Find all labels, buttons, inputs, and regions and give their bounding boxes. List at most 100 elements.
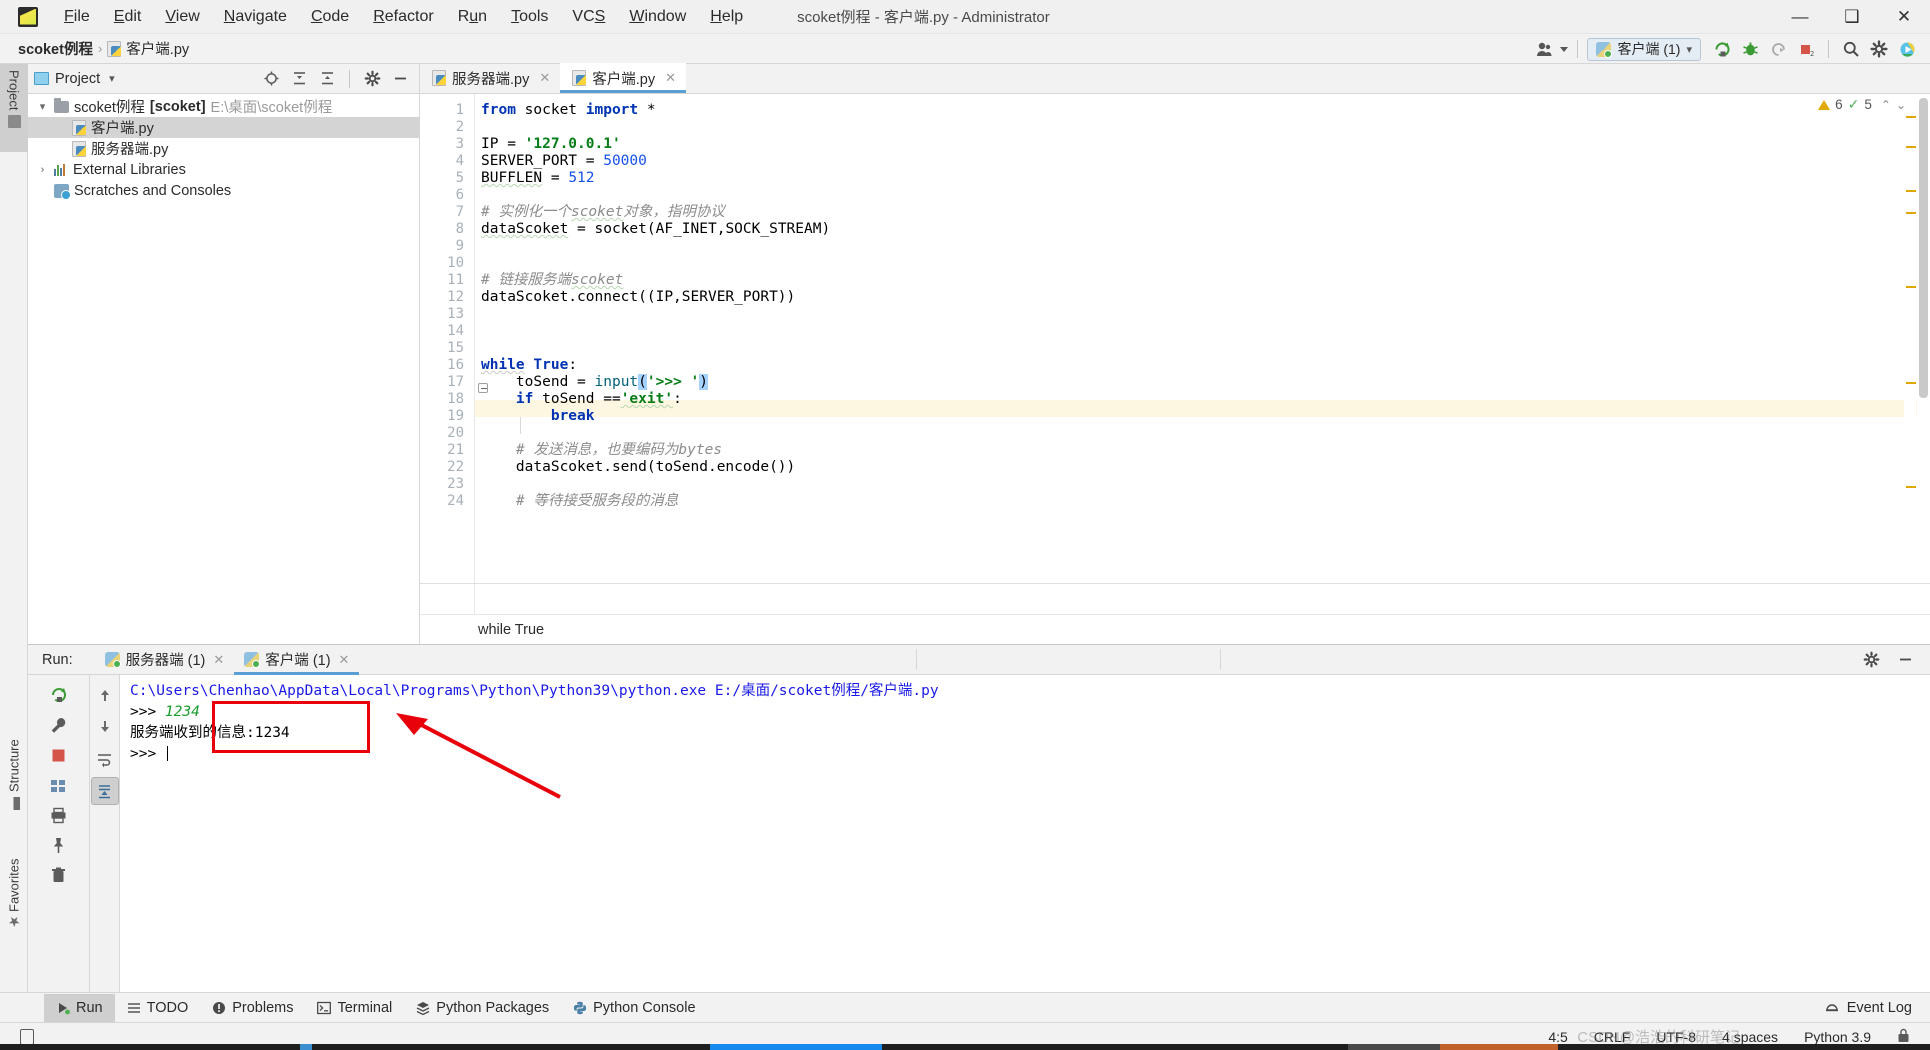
minimize-button[interactable]: — [1774, 0, 1826, 34]
editor-scrollbar[interactable] [1917, 94, 1930, 614]
lock-icon[interactable] [1897, 1028, 1910, 1046]
bottom-tab-python-packages[interactable]: Python Packages [404, 994, 561, 1022]
soft-wrap-icon[interactable] [91, 745, 119, 773]
python-interpreter[interactable]: Python 3.9 [1804, 1029, 1871, 1045]
line-separator[interactable]: CRLF [1594, 1029, 1631, 1045]
menu-vcs[interactable]: VCS [560, 4, 617, 30]
tree-row[interactable]: Scratches and Consoles [28, 180, 419, 201]
problems-icon [213, 1001, 226, 1014]
scrollbar-thumb[interactable] [1919, 98, 1928, 398]
run-scroll-toolbar [90, 675, 120, 992]
wrench-icon[interactable] [45, 711, 73, 739]
collapse-all-icon[interactable] [314, 67, 340, 91]
grid-icon[interactable] [45, 771, 73, 799]
run-button[interactable] [1709, 37, 1735, 61]
tree-row[interactable]: › External Libraries [28, 159, 419, 180]
bottom-tab-problems[interactable]: Problems [200, 994, 305, 1022]
up-icon[interactable] [91, 681, 119, 709]
inspection-status[interactable]: 6 ✓ 5 ⌃ ⌄ [1818, 96, 1906, 113]
star-icon: ★ [7, 914, 21, 930]
bottom-tab-run[interactable]: Run [44, 993, 115, 1022]
menu-tools[interactable]: Tools [499, 4, 560, 30]
chevron-down-icon[interactable]: ▾ [36, 100, 49, 113]
locate-icon[interactable] [258, 67, 284, 91]
expand-all-icon[interactable] [286, 67, 312, 91]
chevron-down-icon[interactable]: ▾ [109, 72, 115, 85]
pin-icon[interactable] [45, 831, 73, 859]
stop-icon[interactable] [45, 741, 73, 769]
sidebar-item-favorites[interactable]: ★ Favorites [0, 824, 28, 936]
trash-icon[interactable] [45, 861, 73, 889]
print-icon[interactable] [45, 801, 73, 829]
tree-item-label: External Libraries [73, 161, 186, 178]
settings-gear-icon[interactable] [1866, 37, 1892, 61]
account-icon[interactable] [1532, 37, 1558, 61]
menu-run[interactable]: Run [446, 4, 499, 30]
external-libraries-icon [54, 163, 68, 176]
stop-button[interactable]: 2 [1793, 37, 1819, 61]
code-canvas[interactable]: 1 2 3 4 5 6 7 8 9 10 11 12 13 14 15 16 1… [420, 94, 1930, 614]
menu-code[interactable]: Code [299, 4, 361, 30]
menu-file[interactable]: File [52, 4, 102, 30]
window-controls: — ❑ ✕ [1774, 0, 1930, 34]
svg-text:2: 2 [1810, 50, 1814, 58]
scroll-to-end-icon[interactable] [90, 777, 119, 805]
gear-icon[interactable] [1858, 648, 1884, 672]
close-icon[interactable]: ✕ [339, 652, 350, 668]
close-button[interactable]: ✕ [1878, 0, 1930, 34]
menu-refactor[interactable]: Refactor [361, 4, 445, 30]
breadcrumb-project[interactable]: scoket例程 [18, 38, 93, 59]
account-chevron-down-icon[interactable] [1560, 46, 1569, 52]
menu-view[interactable]: View [153, 4, 211, 30]
tree-row[interactable]: 服务器端.py [28, 138, 419, 159]
debug-button[interactable] [1737, 37, 1763, 61]
editor-breadcrumb[interactable]: while True [420, 614, 1930, 644]
menu-navigate[interactable]: Navigate [212, 4, 299, 30]
event-log-group[interactable]: Event Log [1824, 1000, 1930, 1016]
line-number: 13 [447, 306, 464, 322]
run-configuration-selector[interactable]: 客户端 (1) ▾ [1587, 37, 1701, 61]
next-problem-icon[interactable]: ⌄ [1896, 98, 1906, 112]
tree-row[interactable]: ▾ scoket例程 [scoket] E:\桌面\scoket例程 [28, 96, 419, 117]
gear-icon[interactable] [359, 67, 385, 91]
menu-help[interactable]: Help [698, 4, 755, 30]
coverage-button[interactable] [1765, 37, 1791, 61]
close-icon[interactable]: ✕ [665, 70, 676, 86]
breadcrumb-file[interactable]: 客户端.py [126, 38, 189, 59]
file-encoding[interactable]: UTF-8 [1656, 1029, 1696, 1045]
down-icon[interactable] [91, 713, 119, 741]
run-tab-server[interactable]: 服务器端 (1) ✕ [95, 645, 235, 675]
menu-edit[interactable]: Edit [102, 4, 154, 30]
rerun-icon[interactable] [45, 681, 73, 709]
bottom-tab-todo[interactable]: TODO [115, 994, 201, 1022]
maximize-button[interactable]: ❑ [1826, 0, 1878, 34]
menu-bar: File Edit View Navigate Code Refactor Ru… [52, 4, 755, 30]
editor-tab-server[interactable]: 服务器端.py ✕ [420, 63, 560, 93]
hide-panel-icon[interactable] [387, 67, 413, 91]
inspection-marker-rail[interactable] [1904, 94, 1916, 614]
updates-icon[interactable] [1894, 37, 1920, 61]
document-icon[interactable] [20, 1028, 34, 1045]
indent-setting[interactable]: 4 spaces [1722, 1029, 1778, 1045]
prev-problem-icon[interactable]: ⌃ [1881, 98, 1891, 112]
python-file-icon [107, 40, 122, 57]
bottom-tab-terminal[interactable]: Terminal [305, 994, 404, 1022]
hide-panel-icon[interactable] [1892, 648, 1918, 672]
tree-row[interactable]: 客户端.py [28, 117, 419, 138]
editor-tab-client[interactable]: 客户端.py ✕ [560, 63, 686, 93]
code-line: while True: [481, 357, 578, 373]
close-icon[interactable]: ✕ [213, 652, 224, 668]
console-output[interactable]: C:\Users\Chenhao\AppData\Local\Programs\… [120, 675, 1930, 992]
search-everywhere-icon[interactable] [1838, 37, 1864, 61]
menu-window[interactable]: Window [617, 4, 698, 30]
run-tab-client[interactable]: 客户端 (1) ✕ [234, 645, 360, 675]
sidebar-item-structure[interactable]: Structure [0, 708, 28, 816]
sidebar-item-project[interactable]: Project [0, 64, 28, 152]
bottom-tab-python-console[interactable]: Python Console [561, 994, 707, 1022]
close-icon[interactable]: ✕ [539, 70, 550, 86]
caret-position[interactable]: 4:5 [1548, 1029, 1567, 1045]
code-line: # 发送消息，也要编码为bytes [481, 442, 723, 458]
event-log-icon [1825, 1003, 1838, 1011]
chevron-right-icon[interactable]: › [36, 164, 49, 176]
